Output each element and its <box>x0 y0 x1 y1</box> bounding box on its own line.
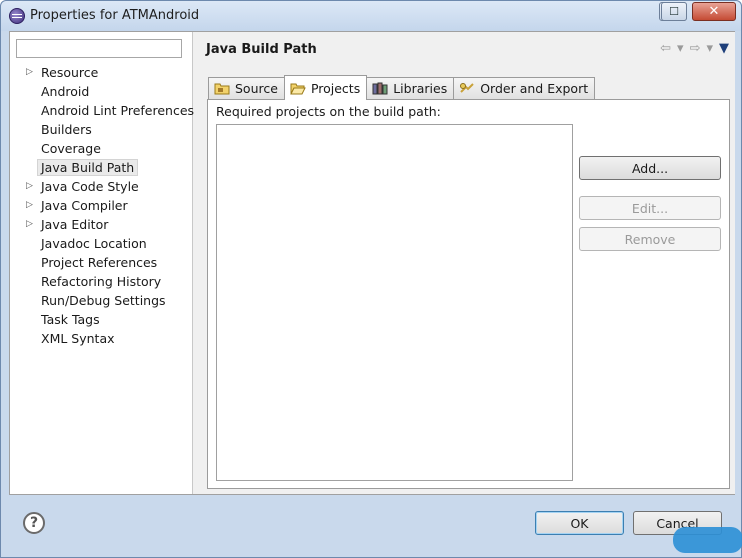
tree-item-label: Coverage <box>41 141 101 156</box>
tree-item[interactable]: Android <box>10 82 193 101</box>
tab-libraries-label: Libraries <box>393 81 448 96</box>
expand-arrow-icon[interactable]: ▷ <box>26 63 33 82</box>
category-pane: ▷ Resource Android Android Lint Preferences… <box>10 32 195 494</box>
tree-item[interactable]: Run/Debug Settings <box>10 291 193 310</box>
tree-item-label: Project References <box>41 255 158 270</box>
tree-item[interactable]: ▷ Java Editor <box>10 215 193 234</box>
tree-item-label: Android <box>41 84 90 99</box>
required-projects-list[interactable] <box>216 124 573 481</box>
add-button[interactable]: Add... <box>579 156 721 180</box>
tree-item[interactable]: Coverage <box>10 139 193 158</box>
tree-item[interactable]: ▷ Java Code Style <box>10 177 193 196</box>
ok-button[interactable]: OK <box>535 511 624 535</box>
tree-item-label: Java Code Style <box>41 179 139 194</box>
tree-item-label: Java Build Path <box>37 159 139 176</box>
open-folder-icon <box>290 82 306 95</box>
filter-input[interactable] <box>16 39 182 58</box>
tab-order-and-export-label: Order and Export <box>480 81 589 96</box>
tree-item[interactable]: Project References <box>10 253 193 272</box>
help-button[interactable]: ? <box>23 512 45 534</box>
restore-button[interactable]: ☐ <box>661 2 687 21</box>
tab-source[interactable]: Source <box>208 77 285 99</box>
expand-arrow-icon[interactable]: ▷ <box>26 177 33 196</box>
maximize-icon: ☐ <box>669 5 679 18</box>
category-tree: ▷ Resource Android Android Lint Preferences… <box>10 63 195 348</box>
page-title: Java Build Path <box>206 42 317 57</box>
help-icon: ? <box>29 515 39 531</box>
page-pane: Java Build Path ⇦ ▾ ⇨ ▾ ▼ Source Project… <box>194 32 735 494</box>
edit-button[interactable]: Edit... <box>579 196 721 220</box>
tree-item[interactable]: Task Tags <box>10 310 193 329</box>
tree-item-label: Resource <box>41 65 99 80</box>
source-folder-icon <box>214 82 230 95</box>
ithome-watermark-logo <box>673 527 742 553</box>
libraries-icon <box>372 82 388 95</box>
tree-item-label: Task Tags <box>41 312 100 327</box>
tree-item-label: Java Compiler <box>41 198 128 213</box>
page-navigation: ⇦ ▾ ⇨ ▾ ▼ <box>660 41 729 56</box>
order-export-icon <box>459 82 475 95</box>
tree-item[interactable]: Java Build Path <box>10 158 193 177</box>
tab-bar: Source Projects Libraries Order and Expo… <box>208 75 596 100</box>
window-title: Properties for ATMAndroid <box>30 8 200 23</box>
tree-item-label: Android Lint Preferences <box>41 103 195 118</box>
close-icon: ✕ <box>708 4 720 19</box>
view-menu-icon[interactable]: ▼ <box>719 41 729 56</box>
tab-order-and-export[interactable]: Order and Export <box>453 77 596 99</box>
tree-item[interactable]: XML Syntax <box>10 329 193 348</box>
properties-dialog: Properties for ATMAndroid ▁ ☐ ✕ ▷ Resourc… <box>0 0 742 558</box>
tree-item[interactable]: ▷ Java Compiler <box>10 196 193 215</box>
tab-source-label: Source <box>235 81 278 96</box>
tree-item[interactable]: Builders <box>10 120 193 139</box>
tree-item-label: Builders <box>41 122 92 137</box>
remove-button[interactable]: Remove <box>579 227 721 251</box>
tree-item-label: Refactoring History <box>41 274 162 289</box>
tree-item[interactable]: Refactoring History <box>10 272 193 291</box>
tree-item[interactable]: Android Lint Preferences <box>10 101 195 120</box>
tab-projects-label: Projects <box>310 80 361 96</box>
expand-arrow-icon[interactable]: ▷ <box>26 196 33 215</box>
tab-libraries[interactable]: Libraries <box>366 77 455 99</box>
tab-projects[interactable]: Projects <box>283 75 368 100</box>
tree-item[interactable]: ▷ Resource <box>10 63 193 82</box>
eclipse-icon <box>9 8 25 24</box>
forward-arrow-icon[interactable]: ⇨ <box>690 41 701 56</box>
dialog-content: ▷ Resource Android Android Lint Preferences… <box>9 31 735 495</box>
required-projects-label: Required projects on the build path: <box>216 104 441 119</box>
projects-tab-panel: Required projects on the build path: Add… <box>207 99 730 489</box>
back-arrow-icon[interactable]: ⇦ <box>660 41 671 56</box>
tree-item-label: XML Syntax <box>41 331 115 346</box>
title-bar[interactable]: Properties for ATMAndroid ▁ ☐ ✕ <box>1 1 741 31</box>
forward-dropdown-icon[interactable]: ▾ <box>706 41 713 56</box>
tree-item-label: Java Editor <box>41 217 109 232</box>
tree-item[interactable]: Javadoc Location <box>10 234 193 253</box>
expand-arrow-icon[interactable]: ▷ <box>26 215 33 234</box>
tree-item-label: Javadoc Location <box>41 236 147 251</box>
close-button[interactable]: ✕ <box>692 2 736 21</box>
back-dropdown-icon[interactable]: ▾ <box>677 41 684 56</box>
tree-item-label: Run/Debug Settings <box>41 293 166 308</box>
